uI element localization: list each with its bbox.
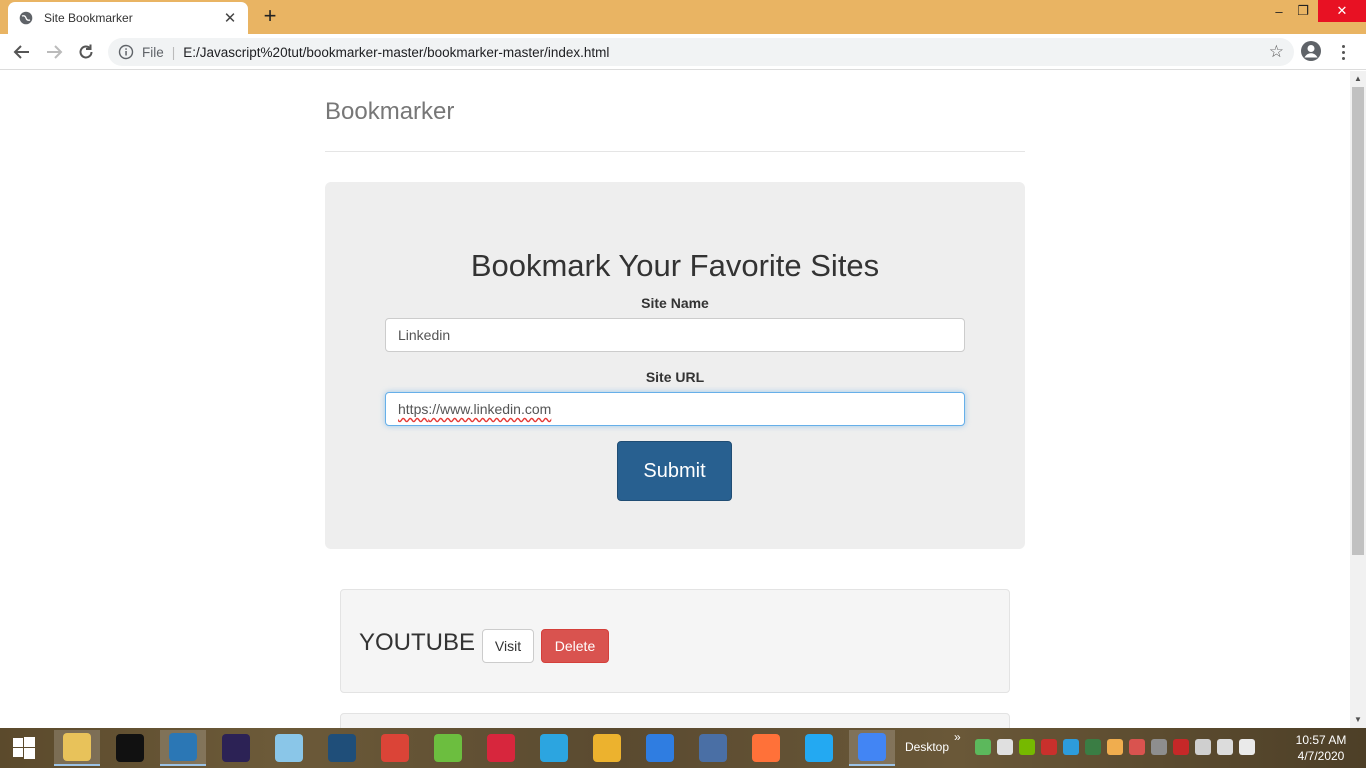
tray-opera-icon[interactable] xyxy=(1129,739,1145,755)
address-bar[interactable]: File | E:/Javascript%20tut/bookmarker-ma… xyxy=(108,38,1294,66)
brackets-icon xyxy=(169,733,197,761)
taskbar-app-button[interactable] xyxy=(690,730,736,766)
command-prompt-icon xyxy=(116,734,144,762)
bookmark-form-panel: Bookmark Your Favorite Sites Site Name L… xyxy=(325,182,1025,549)
taskbar-app-button[interactable] xyxy=(637,730,683,766)
taskbar-app-button[interactable] xyxy=(266,730,312,766)
tray-bluetooth-icon[interactable] xyxy=(1107,739,1123,755)
clock-date: 4/7/2020 xyxy=(1297,749,1345,763)
chrome-icon xyxy=(381,734,409,762)
back-arrow-icon xyxy=(13,45,29,59)
notepad-icon xyxy=(275,734,303,762)
desktop-toolbar-label[interactable]: Desktop xyxy=(905,740,949,754)
taskbar-clock[interactable]: 10:57 AM 4/7/2020 xyxy=(1290,732,1352,764)
url-text[interactable]: E:/Javascript%20tut/bookmarker-master/bo… xyxy=(183,45,1268,60)
forward-arrow-icon xyxy=(47,45,63,59)
download-manager-icon xyxy=(487,734,515,762)
visit-button[interactable]: Visit xyxy=(482,629,534,663)
clock-time: 10:57 AM xyxy=(1295,733,1347,747)
firefox-icon xyxy=(752,734,780,762)
taskbar-app-button[interactable] xyxy=(531,730,577,766)
site-brand[interactable]: Bookmarker xyxy=(325,98,454,126)
system-tray xyxy=(975,739,1255,757)
tray-user-icon[interactable] xyxy=(1085,739,1101,755)
close-tab-icon[interactable]: ✕ xyxy=(222,9,238,27)
bookmark-card xyxy=(340,713,1010,728)
tray-usb-icon[interactable] xyxy=(997,739,1013,755)
windows-logo-icon xyxy=(13,737,35,759)
tray-wifi-icon[interactable] xyxy=(1195,739,1211,755)
site-url-input[interactable]: https://www.linkedin.com xyxy=(385,392,965,426)
mysql-workbench-icon xyxy=(328,734,356,762)
scroll-up-arrow-icon[interactable]: ▲ xyxy=(1350,71,1366,87)
reload-button[interactable] xyxy=(74,40,98,64)
this-pc-icon xyxy=(699,734,727,762)
globe-icon xyxy=(18,10,34,26)
tray-nvidia-icon[interactable] xyxy=(1019,739,1035,755)
tab-strip: Site Bookmarker ✕ + – ❐ ✕ xyxy=(0,0,1366,34)
site-name-label: Site Name xyxy=(641,295,709,311)
slack-icon xyxy=(593,734,621,762)
taskbar-app-button[interactable] xyxy=(796,730,842,766)
site-url-scheme: https xyxy=(398,401,429,417)
utorrent-icon xyxy=(434,734,462,762)
taskbar-app-button[interactable] xyxy=(584,730,630,766)
taskbar-app-button[interactable] xyxy=(372,730,418,766)
taskbar-app-button[interactable] xyxy=(213,730,259,766)
taskbar-app-button[interactable] xyxy=(160,730,206,766)
windows-taskbar: Desktop » 10:57 AM 4/7/2020 xyxy=(0,728,1366,768)
bookmark-name: YOUTUBE xyxy=(359,629,476,656)
taskbar-app-button[interactable] xyxy=(849,730,895,766)
start-button[interactable] xyxy=(0,728,48,768)
tray-drive-icon[interactable] xyxy=(1151,739,1167,755)
taskbar-app-button[interactable] xyxy=(107,730,153,766)
page-viewport: Bookmarker Bookmark Your Favorite Sites … xyxy=(0,71,1350,728)
browser-toolbar: File | E:/Javascript%20tut/bookmarker-ma… xyxy=(0,34,1366,70)
delete-button[interactable]: Delete xyxy=(541,629,609,663)
header-divider xyxy=(325,151,1025,152)
tray-sync-icon[interactable] xyxy=(1063,739,1079,755)
taskbar-app-button[interactable] xyxy=(478,730,524,766)
url-separator: | xyxy=(171,44,176,60)
new-tab-button[interactable]: + xyxy=(258,4,282,28)
desktop-chevron-icon[interactable]: » xyxy=(954,730,961,744)
site-name-input[interactable]: Linkedin xyxy=(385,318,965,352)
page-scrollbar[interactable]: ▲ ▼ xyxy=(1350,71,1366,728)
telegram-icon xyxy=(540,734,568,762)
tray-volume-icon[interactable] xyxy=(1239,739,1255,755)
scrollbar-thumb[interactable] xyxy=(1352,87,1364,555)
submit-button[interactable]: Submit xyxy=(617,441,732,501)
taskbar-app-button[interactable] xyxy=(319,730,365,766)
back-button[interactable] xyxy=(10,40,34,64)
tray-clock-icon[interactable] xyxy=(1173,739,1189,755)
site-url-label: Site URL xyxy=(645,369,705,385)
taskbar-app-button[interactable] xyxy=(743,730,789,766)
eclipse-icon xyxy=(222,734,250,762)
site-name-value: Linkedin xyxy=(398,327,451,343)
taskbar-app-button[interactable] xyxy=(54,730,100,766)
reload-icon xyxy=(79,44,93,59)
close-window-button[interactable]: ✕ xyxy=(1318,0,1366,22)
taskbar-app-button[interactable] xyxy=(425,730,471,766)
menu-kebab-icon[interactable] xyxy=(1336,40,1350,64)
chrome-active-icon xyxy=(858,733,886,761)
file-explorer-icon xyxy=(63,733,91,761)
profile-avatar-icon[interactable] xyxy=(1300,40,1322,62)
tray-network-icon[interactable] xyxy=(1217,739,1233,755)
tab-title: Site Bookmarker xyxy=(44,11,133,25)
bookmark-card: YOUTUBE Visit Delete xyxy=(340,589,1010,693)
tray-check-icon[interactable] xyxy=(975,739,991,755)
tray-security-icon[interactable] xyxy=(1041,739,1057,755)
url-scheme: File xyxy=(142,44,164,60)
shareit-icon xyxy=(646,734,674,762)
browser-tab[interactable]: Site Bookmarker ✕ xyxy=(8,2,248,34)
site-url-rest: ://www.linkedin.com xyxy=(428,401,552,417)
form-heading: Bookmark Your Favorite Sites xyxy=(470,248,880,283)
info-icon[interactable] xyxy=(118,44,134,60)
scroll-down-arrow-icon[interactable]: ▼ xyxy=(1350,712,1366,728)
forward-button[interactable] xyxy=(42,40,66,64)
vscode-icon xyxy=(805,734,833,762)
bookmark-star-icon[interactable]: ☆ xyxy=(1269,42,1284,62)
